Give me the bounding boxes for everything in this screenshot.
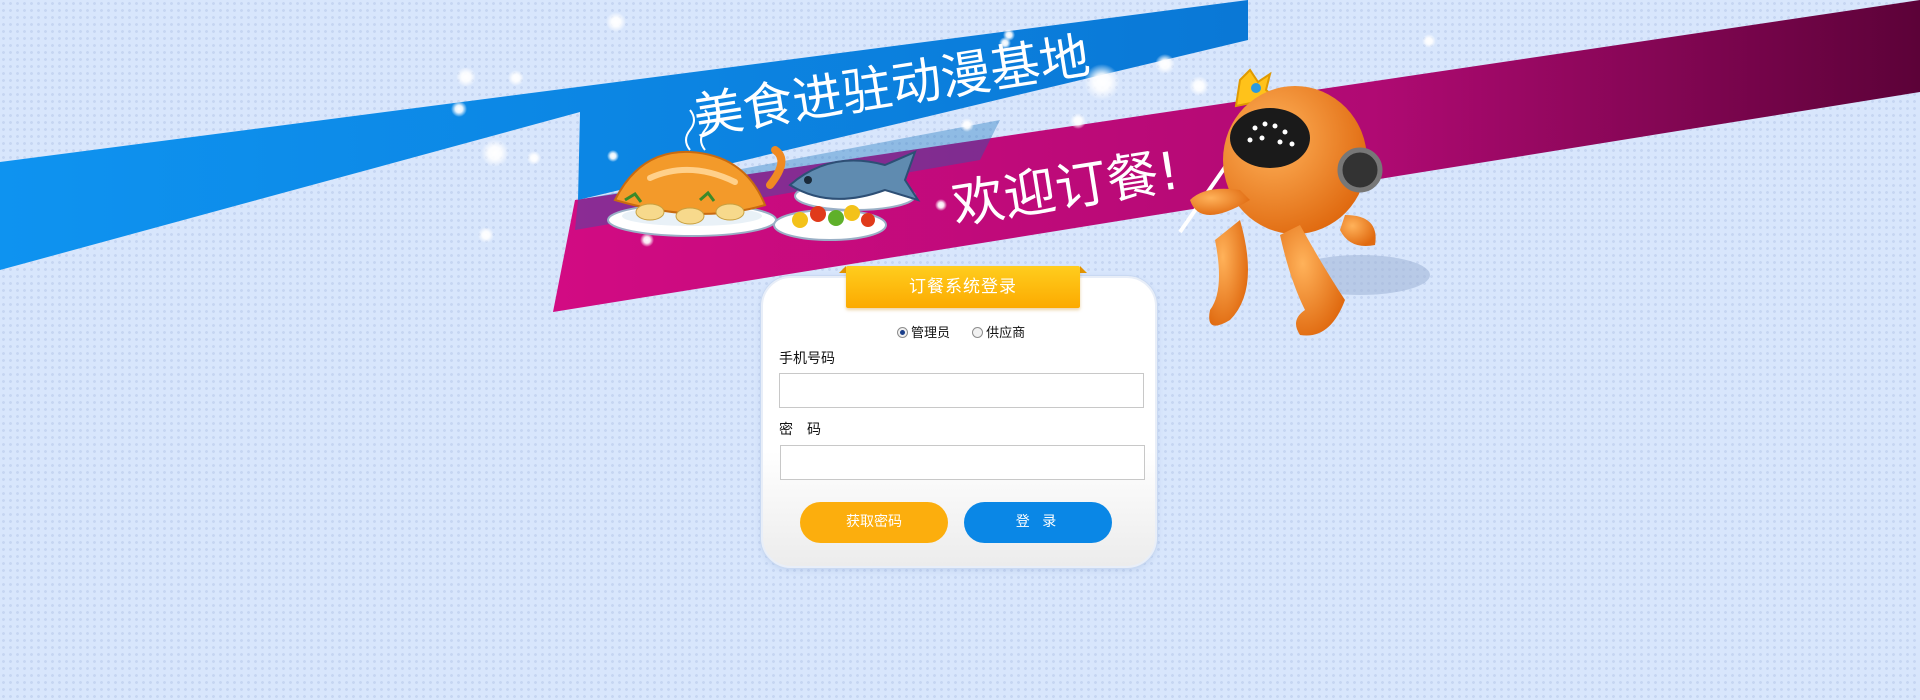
banner-headline: 美食进驻动漫基地 bbox=[689, 27, 1093, 147]
get-password-button[interactable]: 获取密码 bbox=[800, 502, 948, 543]
ribbon-fold-left bbox=[839, 266, 846, 273]
login-button[interactable]: 登 录 bbox=[964, 502, 1112, 543]
role-option-admin[interactable]: 管理员 bbox=[897, 322, 950, 341]
role-option-supplier-label: 供应商 bbox=[986, 326, 1026, 341]
radio-icon[interactable] bbox=[972, 327, 984, 338]
phone-label: 手机号码 bbox=[779, 351, 835, 367]
ribbon-fold-right bbox=[1080, 266, 1087, 273]
radio-icon[interactable] bbox=[897, 327, 908, 338]
password-label: 密 码 bbox=[779, 422, 821, 438]
role-option-admin-label: 管理员 bbox=[911, 326, 951, 341]
role-selector: 管理员 供应商 bbox=[897, 322, 1043, 341]
login-card: 订餐系统登录 管理员 供应商 手机号码 密 码 获取密码 登 录 bbox=[761, 266, 1157, 568]
role-option-supplier[interactable]: 供应商 bbox=[972, 322, 1025, 341]
password-input[interactable] bbox=[780, 445, 1145, 480]
phone-input[interactable] bbox=[779, 373, 1144, 408]
login-title: 订餐系统登录 bbox=[846, 266, 1080, 308]
